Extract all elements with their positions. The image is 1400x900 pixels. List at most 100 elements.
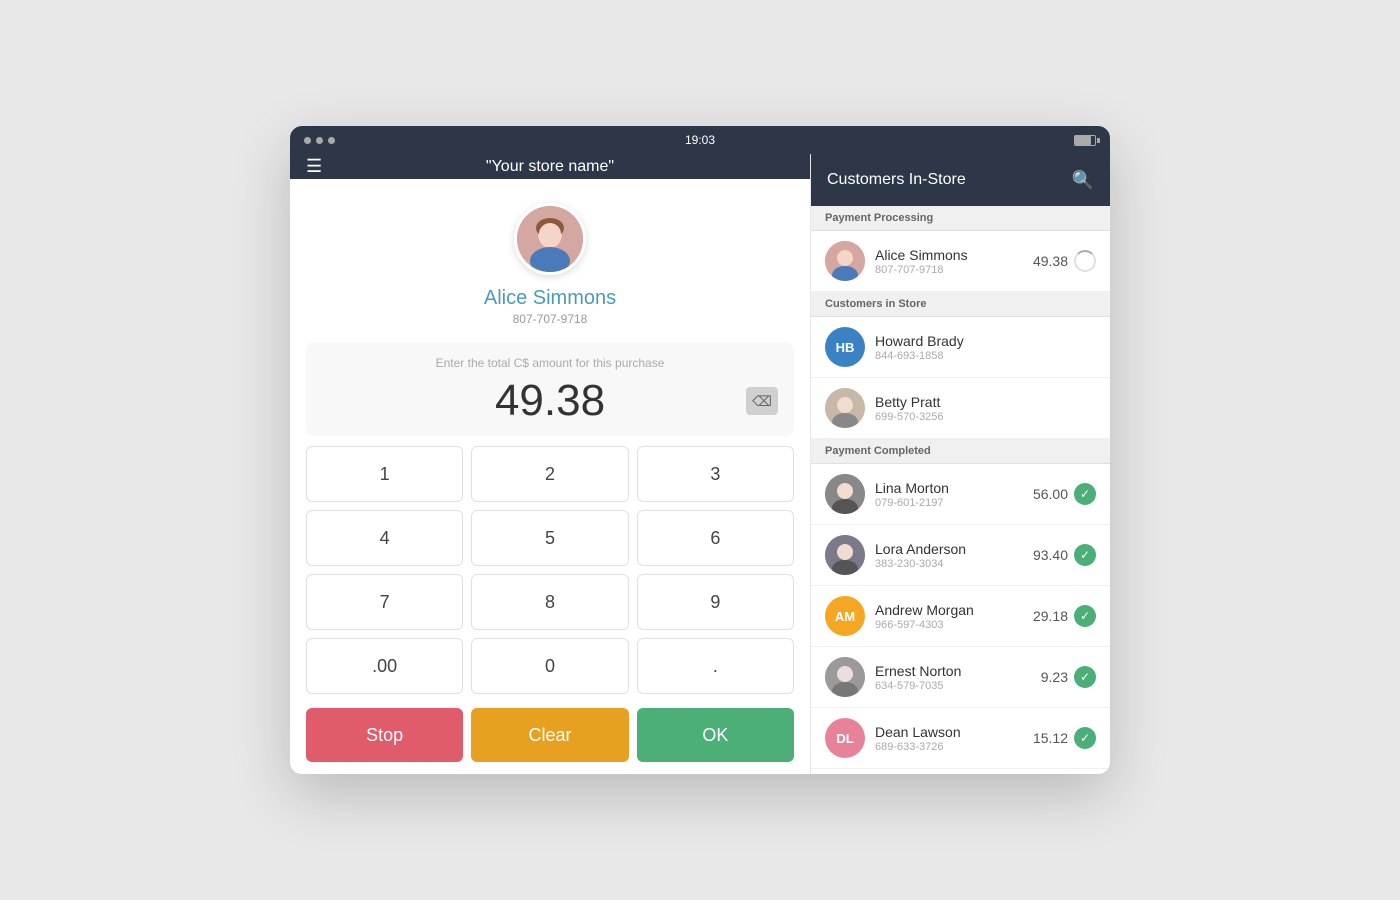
clear-button[interactable]: Clear — [471, 708, 628, 762]
main-layout: ☰ "Your store name" Alice Simmons — [290, 154, 1110, 774]
completed-icon: ✓ — [1074, 544, 1096, 566]
section-payment-completed: Payment Completed — [811, 439, 1110, 464]
num-btn-7[interactable]: 7 — [306, 574, 463, 630]
customer-right: 15.12 ✓ — [1033, 727, 1096, 749]
status-battery — [1074, 135, 1096, 146]
customer-avatar — [825, 657, 865, 697]
ok-button[interactable]: OK — [637, 708, 794, 762]
customer-avatar — [825, 241, 865, 281]
status-time: 19:03 — [685, 133, 715, 147]
customer-info: Alice Simmons 807-707-9718 — [875, 247, 1023, 276]
completed-icon: ✓ — [1074, 605, 1096, 627]
customer-avatar: HB — [825, 327, 865, 367]
list-item[interactable]: Lora Anderson 383-230-3034 93.40 ✓ — [811, 525, 1110, 586]
right-panel-title: Customers In-Store — [827, 171, 966, 189]
customer-name: Howard Brady — [875, 333, 1096, 349]
customer-name: Alice Simmons — [875, 247, 1023, 263]
num-btn-8[interactable]: 8 — [471, 574, 628, 630]
list-item[interactable]: AM Andrew Morgan 966-597-4303 29.18 ✓ — [811, 586, 1110, 647]
customer-phone: 689-633-3726 — [875, 741, 1023, 753]
amount-display-row: 49.38 ⌫ — [322, 376, 778, 426]
completed-icon: ✓ — [1074, 483, 1096, 505]
dot3 — [328, 137, 335, 144]
section-payment-processing: Payment Processing — [811, 206, 1110, 231]
status-dots — [304, 137, 335, 144]
user-name: Alice Simmons — [484, 287, 616, 310]
customer-right: 56.00 ✓ — [1033, 483, 1096, 505]
customer-info: Betty Pratt 699-570-3256 — [875, 394, 1096, 423]
customer-phone: 383-230-3034 — [875, 558, 1023, 570]
customer-avatar: DL — [825, 718, 865, 758]
right-header: Customers In-Store 🔍 — [811, 154, 1110, 206]
list-item[interactable]: Ernest Norton 634-579-7035 9.23 ✓ — [811, 647, 1110, 708]
customer-right: 49.38 — [1033, 250, 1096, 272]
num-btn-0[interactable]: 0 — [471, 638, 628, 694]
customer-right: 9.23 ✓ — [1041, 666, 1096, 688]
user-profile: Alice Simmons 807-707-9718 — [290, 179, 810, 342]
amount-value: 49.38 — [495, 376, 605, 426]
store-name: "Your store name" — [486, 158, 614, 176]
customer-name: Andrew Morgan — [875, 602, 1023, 618]
customer-name: Dean Lawson — [875, 724, 1023, 740]
customer-info: Andrew Morgan 966-597-4303 — [875, 602, 1023, 631]
customer-phone: 844-693-1858 — [875, 350, 1096, 362]
customer-phone: 807-707-9718 — [875, 264, 1023, 276]
customer-phone: 966-597-4303 — [875, 619, 1023, 631]
amount-area: Enter the total C$ amount for this purch… — [306, 342, 794, 436]
device: 19:03 ☰ "Your store name" — [290, 126, 1110, 774]
customer-name: Betty Pratt — [875, 394, 1096, 410]
list-item[interactable]: HB Howard Brady 844-693-1858 — [811, 317, 1110, 378]
completed-icon: ✓ — [1074, 727, 1096, 749]
list-item[interactable]: Alice Simmons 807-707-9718 49.38 — [811, 231, 1110, 292]
customer-avatar: AM — [825, 596, 865, 636]
num-btn-5[interactable]: 5 — [471, 510, 628, 566]
left-header: ☰ "Your store name" — [290, 154, 810, 179]
customer-list: Payment Processing Alice Simmons 807-707… — [811, 206, 1110, 774]
dot1 — [304, 137, 311, 144]
backspace-button[interactable]: ⌫ — [746, 387, 778, 415]
customer-info: Ernest Norton 634-579-7035 — [875, 663, 1031, 692]
customer-avatar — [825, 474, 865, 514]
customer-amount: 49.38 — [1033, 253, 1068, 269]
customer-avatar — [825, 535, 865, 575]
num-btn-9[interactable]: 9 — [637, 574, 794, 630]
list-item[interactable]: DL Dean Lawson 689-633-3726 15.12 ✓ — [811, 708, 1110, 769]
battery-fill — [1075, 136, 1091, 145]
amount-hint: Enter the total C$ amount for this purch… — [436, 356, 665, 370]
section-customers-in-store: Customers in Store — [811, 292, 1110, 317]
num-btn-3[interactable]: 3 — [637, 446, 794, 502]
list-item[interactable]: Lina Morton 079-601-2197 56.00 ✓ — [811, 464, 1110, 525]
customer-phone: 079-601-2197 — [875, 497, 1023, 509]
user-phone: 807-707-9718 — [513, 312, 588, 326]
customer-right: 93.40 ✓ — [1033, 544, 1096, 566]
stop-button[interactable]: Stop — [306, 708, 463, 762]
processing-spinner — [1074, 250, 1096, 272]
dot2 — [316, 137, 323, 144]
user-avatar — [514, 203, 586, 275]
customer-name: Lora Anderson — [875, 541, 1023, 557]
hamburger-icon[interactable]: ☰ — [306, 156, 322, 177]
num-btn-6[interactable]: 6 — [637, 510, 794, 566]
customer-info: Lina Morton 079-601-2197 — [875, 480, 1023, 509]
customer-info: Lora Anderson 383-230-3034 — [875, 541, 1023, 570]
left-panel: ☰ "Your store name" Alice Simmons — [290, 154, 810, 774]
num-btn-1[interactable]: 1 — [306, 446, 463, 502]
customer-phone: 634-579-7035 — [875, 680, 1031, 692]
num-btn-dot[interactable]: . — [637, 638, 794, 694]
num-btn-2[interactable]: 2 — [471, 446, 628, 502]
customer-avatar — [825, 388, 865, 428]
action-buttons: Stop Clear OK — [306, 708, 794, 762]
search-button[interactable]: 🔍 — [1072, 170, 1094, 191]
list-item[interactable]: Betty Pratt 699-570-3256 — [811, 378, 1110, 439]
customer-amount: 29.18 — [1033, 608, 1068, 624]
customer-amount: 15.12 — [1033, 730, 1068, 746]
num-btn-00[interactable]: .00 — [306, 638, 463, 694]
completed-icon: ✓ — [1074, 666, 1096, 688]
customer-info: Howard Brady 844-693-1858 — [875, 333, 1096, 362]
customer-phone: 699-570-3256 — [875, 411, 1096, 423]
customer-right: 29.18 ✓ — [1033, 605, 1096, 627]
customer-amount: 56.00 — [1033, 486, 1068, 502]
right-panel: Customers In-Store 🔍 Payment Processing — [810, 154, 1110, 774]
customer-amount: 9.23 — [1041, 669, 1068, 685]
num-btn-4[interactable]: 4 — [306, 510, 463, 566]
